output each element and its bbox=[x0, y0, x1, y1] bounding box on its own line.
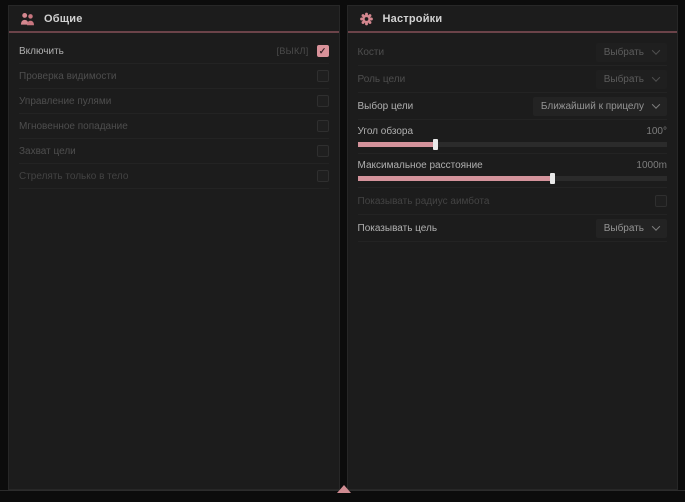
slider-value: 1000m bbox=[636, 160, 667, 171]
setting-row-bones: Кости Выбрать bbox=[358, 39, 668, 66]
slider-fill bbox=[358, 142, 435, 147]
setting-label: Проверка видимости bbox=[19, 71, 117, 82]
settings-rows: Кости Выбрать Роль цели Выбрать Выбор це… bbox=[348, 33, 678, 242]
checkbox-enable[interactable]: ✓ bbox=[317, 45, 329, 57]
target-role-dropdown[interactable]: Выбрать bbox=[596, 70, 667, 89]
slider-fill bbox=[358, 176, 553, 181]
setting-label: Стрелять только в тело bbox=[19, 171, 128, 182]
setting-row-target-lock: Захват цели bbox=[19, 139, 329, 164]
checkbox-body-only[interactable] bbox=[317, 170, 329, 182]
chevron-down-icon bbox=[652, 46, 660, 54]
setting-row-enable: Включить [ВЫКЛ] ✓ bbox=[19, 39, 329, 64]
setting-label: Управление пулями bbox=[19, 96, 111, 107]
setting-row-instant-hit: Мгновенное попадание bbox=[19, 114, 329, 139]
setting-row-show-target: Показывать цель Выбрать bbox=[358, 215, 668, 242]
setting-row-bullet-control: Управление пулями bbox=[19, 89, 329, 114]
slider-handle[interactable] bbox=[433, 139, 438, 150]
panel-general-header: Общие bbox=[9, 6, 339, 33]
setting-label: Мгновенное попадание bbox=[19, 121, 128, 132]
panel-settings-title: Настройки bbox=[383, 13, 443, 25]
setting-label: Максимальное расстояние bbox=[358, 160, 483, 171]
setting-row-visibility-check: Проверка видимости bbox=[19, 64, 329, 89]
setting-label: Угол обзора bbox=[358, 126, 414, 137]
panel-settings: Настройки Кости Выбрать Роль цели Выбрат… bbox=[347, 5, 679, 490]
dropdown-value: Ближайший к прицелу bbox=[541, 101, 644, 112]
panel-general-title: Общие bbox=[44, 13, 83, 25]
setting-label: Включить bbox=[19, 46, 64, 57]
setting-row-max-distance: Максимальное расстояние 1000m bbox=[358, 154, 668, 188]
keybind-tag: [ВЫКЛ] bbox=[277, 46, 309, 56]
general-rows: Включить [ВЫКЛ] ✓ Проверка видимости Упр… bbox=[9, 33, 339, 189]
dropdown-value: Выбрать bbox=[604, 74, 644, 85]
chevron-down-icon bbox=[652, 222, 660, 230]
scroll-up-arrow-icon[interactable] bbox=[337, 485, 351, 493]
setting-label: Захват цели bbox=[19, 146, 76, 157]
gear-icon bbox=[359, 12, 374, 26]
users-icon bbox=[20, 12, 35, 26]
setting-row-target-role: Роль цели Выбрать bbox=[358, 66, 668, 93]
checkbox-target-lock[interactable] bbox=[317, 145, 329, 157]
dropdown-value: Выбрать bbox=[604, 47, 644, 58]
checkbox-visibility-check[interactable] bbox=[317, 70, 329, 82]
dropdown-value: Выбрать bbox=[604, 223, 644, 234]
panel-settings-header: Настройки bbox=[348, 6, 678, 33]
show-target-dropdown[interactable]: Выбрать bbox=[596, 219, 667, 238]
panel-general: Общие Включить [ВЫКЛ] ✓ Проверка видимос… bbox=[8, 5, 340, 490]
mod-menu: Общие Включить [ВЫКЛ] ✓ Проверка видимос… bbox=[8, 5, 678, 490]
setting-row-target-selection: Выбор цели Ближайший к прицелу bbox=[358, 93, 668, 120]
bones-dropdown[interactable]: Выбрать bbox=[596, 43, 667, 62]
setting-row-body-only: Стрелять только в тело bbox=[19, 164, 329, 189]
fov-slider[interactable] bbox=[358, 142, 668, 147]
target-selection-dropdown[interactable]: Ближайший к прицелу bbox=[533, 97, 667, 116]
slider-handle[interactable] bbox=[550, 173, 555, 184]
setting-label: Кости bbox=[358, 47, 385, 58]
checkbox-bullet-control[interactable] bbox=[317, 95, 329, 107]
setting-label: Выбор цели bbox=[358, 101, 414, 112]
chevron-down-icon bbox=[652, 73, 660, 81]
setting-row-fov: Угол обзора 100° bbox=[358, 120, 668, 154]
setting-row-show-aimbot-radius: Показывать радиус аимбота bbox=[358, 188, 668, 215]
setting-label: Показывать радиус аимбота bbox=[358, 196, 490, 207]
checkbox-instant-hit[interactable] bbox=[317, 120, 329, 132]
slider-value: 100° bbox=[646, 126, 667, 137]
setting-label: Роль цели bbox=[358, 74, 406, 85]
chevron-down-icon bbox=[652, 100, 660, 108]
max-distance-slider[interactable] bbox=[358, 176, 668, 181]
setting-label: Показывать цель bbox=[358, 223, 438, 234]
checkbox-show-aimbot-radius[interactable] bbox=[655, 195, 667, 207]
